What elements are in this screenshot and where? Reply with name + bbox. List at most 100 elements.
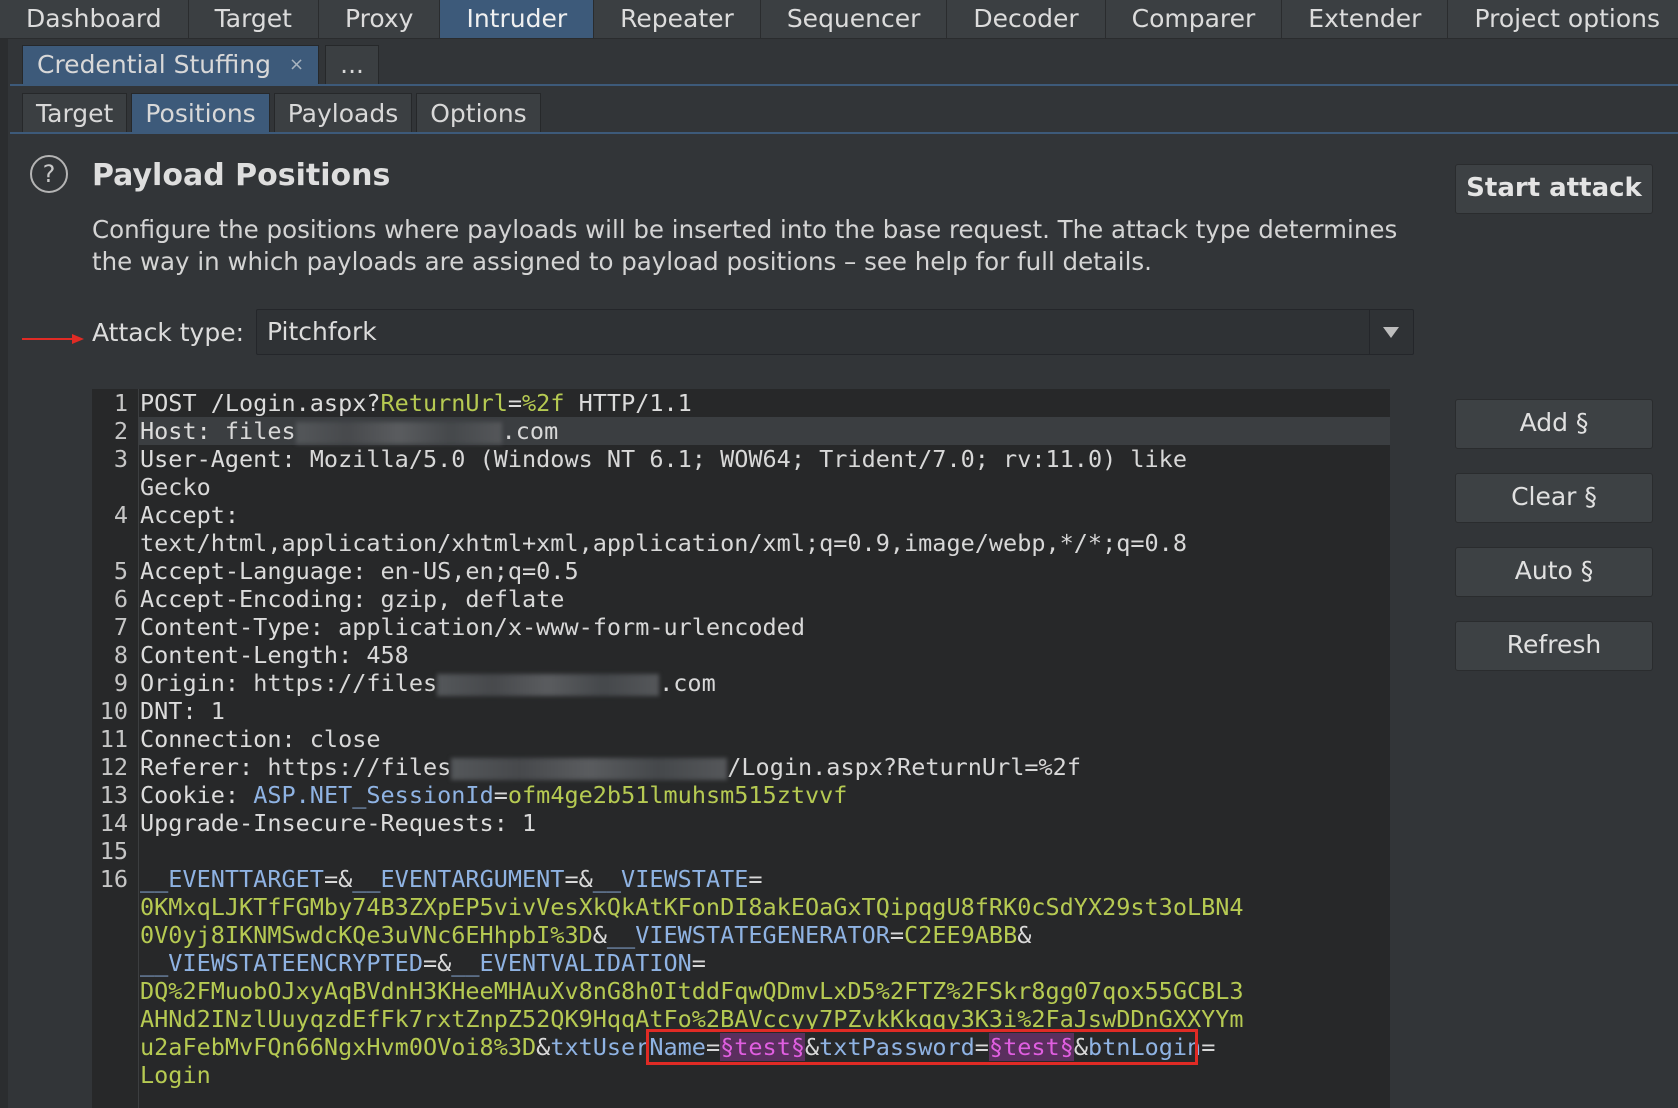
line-number: 15 (99, 837, 128, 865)
header-value: /Login.aspx?ReturnUrl=%2f (727, 753, 1081, 781)
refresh-button[interactable]: Refresh (1455, 621, 1653, 671)
separator: =& (323, 865, 353, 893)
tab-project-options[interactable]: Project options (1448, 0, 1678, 38)
tab-decoder[interactable]: Decoder (947, 0, 1106, 38)
request-line-13: Cookie: ASP.NET_SessionId=ofm4ge2b51lmuh… (140, 781, 847, 809)
subtab-payloads[interactable]: Payloads (273, 93, 413, 133)
header-name: Connection: (140, 725, 296, 753)
equals: = (889, 921, 905, 949)
equals: = (691, 949, 706, 977)
start-attack-button[interactable]: Start attack (1455, 164, 1653, 214)
sub-tab-bar: Target Positions Payloads Options (22, 93, 545, 133)
tab-target[interactable]: Target (189, 0, 319, 38)
equals: = (1201, 1033, 1216, 1061)
redacted-region (451, 757, 728, 780)
subtab-target[interactable]: Target (22, 93, 128, 133)
attack-tab-credential-stuffing[interactable]: Credential Stuffing × (22, 45, 320, 85)
tab-dashboard[interactable]: Dashboard (0, 0, 189, 38)
attack-tab-bar: Credential Stuffing × ... (22, 45, 385, 85)
redacted-region (437, 673, 660, 696)
param-value: C2EE9ABB (904, 921, 1018, 949)
param-value: 0V0yj8IKNMSwdcKQe3uVNc6EHhpbI%3D (140, 921, 593, 949)
line-number: 4 (113, 501, 128, 529)
tab-repeater[interactable]: Repeater (594, 0, 761, 38)
line-number: 8 (113, 641, 128, 669)
header-name: Content-Length: (140, 641, 353, 669)
more-label: ... (340, 50, 364, 79)
subtab-positions[interactable]: Positions (131, 93, 270, 133)
param-name: __EVENTVALIDATION (451, 949, 692, 977)
cookie-name: ASP.NET_SessionId (253, 781, 494, 809)
param-value: %2f (522, 389, 565, 417)
header-value: application/x-www-form-urlencoded (323, 613, 805, 641)
param-name: __VIEWSTATEENCRYPTED (140, 949, 423, 977)
header-value: gzip, deflate (366, 585, 565, 613)
request-editor[interactable]: 1 2 3 4 5 6 7 8 9 10 11 12 13 14 15 16 P… (92, 389, 1390, 1108)
subtab-options[interactable]: Options (416, 93, 541, 133)
header-value: text/html,application/xhtml+xml,applicat… (140, 529, 1187, 557)
header-value: close (295, 725, 381, 753)
request-line-14: Upgrade-Insecure-Requests: 1 (140, 809, 536, 837)
header-name: Accept: (140, 501, 240, 529)
header-value: files (210, 417, 296, 445)
request-line-7: Content-Type: application/x-www-form-url… (140, 613, 805, 641)
request-line-1: POST /Login.aspx?ReturnUrl=%2f HTTP/1.1 (140, 389, 692, 417)
help-icon[interactable]: ? (30, 155, 68, 193)
line-number-gutter: 1 2 3 4 5 6 7 8 9 10 11 12 13 14 15 16 (92, 389, 139, 1108)
tab-comparer[interactable]: Comparer (1106, 0, 1283, 38)
header-value: en-US,en;q=0.5 (366, 557, 579, 585)
tab-intruder[interactable]: Intruder (440, 0, 595, 38)
header-value: https://files (253, 753, 452, 781)
param-name: __VIEWSTATEGENERATOR (606, 921, 890, 949)
attack-tab-underline (10, 84, 1678, 86)
param-value: 0KMxqLJKTfFGMby74B3ZXpEP5vivVesXkQkAtKFo… (140, 893, 1244, 921)
header-name: Cookie: (140, 781, 240, 809)
tab-extender[interactable]: Extender (1282, 0, 1449, 38)
header-value: Mozilla/5.0 (Windows NT 6.1; WOW64; Trid… (295, 445, 1187, 473)
request-line-6: Accept-Encoding: gzip, deflate (140, 585, 564, 613)
equals: = (507, 389, 523, 417)
request-line-2: Host: files .com (140, 417, 558, 445)
separator: & (536, 1033, 551, 1061)
line-number: 16 (99, 865, 128, 893)
attack-type-label: Attack type: (92, 318, 245, 347)
tab-sequencer[interactable]: Sequencer (761, 0, 948, 38)
attack-type-select[interactable]: Pitchfork (256, 309, 1414, 355)
clear-markers-button[interactable]: Clear § (1455, 473, 1653, 523)
line-number: 6 (113, 585, 128, 613)
header-name: Referer: (140, 753, 254, 781)
equals: = (493, 781, 508, 809)
separator: & (592, 921, 607, 949)
dropdown-button[interactable] (1369, 310, 1413, 354)
request-line-3-wrap: Gecko (140, 473, 211, 501)
header-value: https://files (239, 669, 438, 697)
http-version: HTTP/1.1 (564, 389, 692, 417)
new-attack-tab-button[interactable]: ... (325, 45, 379, 85)
attack-type-value: Pitchfork (267, 317, 377, 346)
tab-proxy[interactable]: Proxy (319, 0, 441, 38)
line-number: 1 (113, 389, 128, 417)
line-number: 14 (99, 809, 128, 837)
param-name: __EVENTTARGET (140, 865, 324, 893)
line-number: 12 (99, 753, 128, 781)
line-number: 13 (99, 781, 128, 809)
request-body-line-2: 0KMxqLJKTfFGMby74B3ZXpEP5vivVesXkQkAtKFo… (140, 893, 1244, 921)
redacted-region (295, 421, 502, 444)
header-name: Origin: (140, 669, 240, 697)
param-value: u2aFebMvFQn66NgxHvm0OVoi8%3D (140, 1033, 537, 1061)
request-line-12: Referer: https://files/Login.aspx?Return… (140, 753, 1081, 781)
auto-markers-button[interactable]: Auto § (1455, 547, 1653, 597)
param-value: DQ%2FMuobOJxyAqBVdnH3KHeeMHAuXv8nG8h0Itd… (140, 977, 1244, 1005)
close-icon[interactable]: × (289, 45, 304, 85)
header-name: Upgrade-Insecure-Requests: (140, 809, 508, 837)
request-line-3: User-Agent: Mozilla/5.0 (Windows NT 6.1;… (140, 445, 1187, 473)
request-method-path: POST /Login.aspx? (140, 389, 381, 417)
param-name-prefix: txt (550, 1033, 593, 1061)
add-marker-button[interactable]: Add § (1455, 399, 1653, 449)
request-body-line-8: Login (140, 1061, 211, 1089)
cookie-value: ofm4ge2b51lmuhsm515ztvvf (507, 781, 848, 809)
request-body-line-5: DQ%2FMuobOJxyAqBVdnH3KHeeMHAuXv8nG8h0Itd… (140, 977, 1244, 1005)
header-value: 458 (352, 641, 409, 669)
red-highlight-annotation (646, 1029, 1198, 1065)
